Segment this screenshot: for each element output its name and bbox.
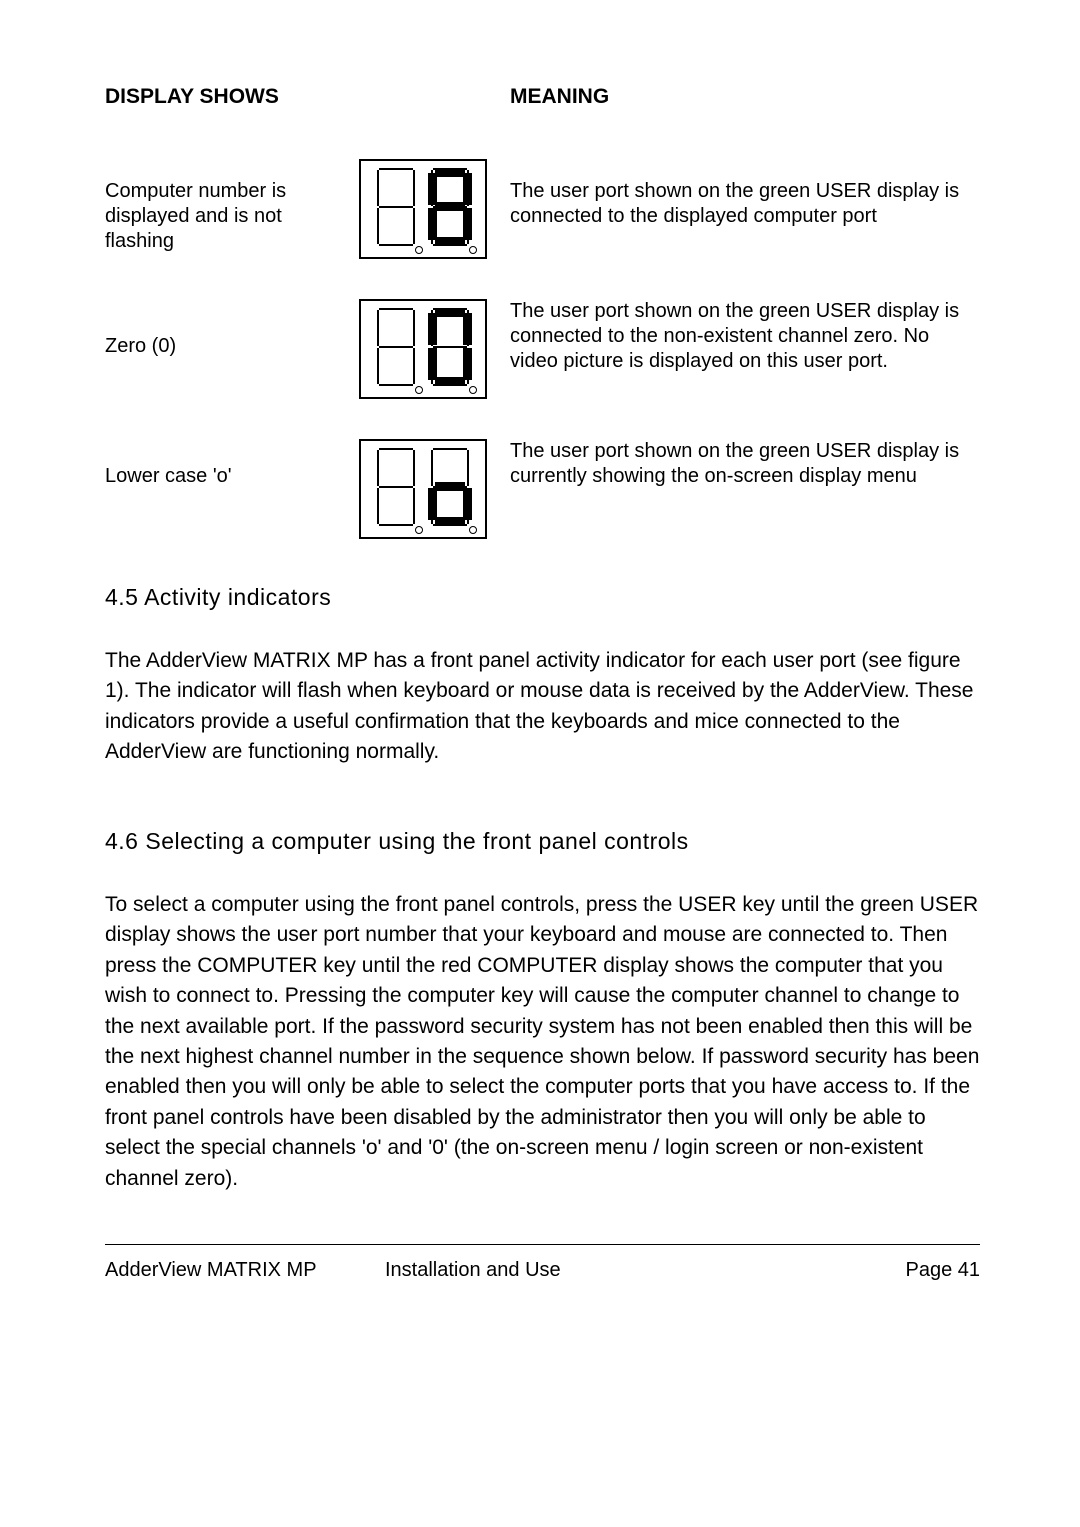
seven-segment-display-icon bbox=[359, 159, 487, 259]
section-heading-4-5: 4.5 Activity indicators bbox=[105, 584, 980, 611]
page-footer: AdderView MATRIX MP Installation and Use… bbox=[105, 1259, 980, 1282]
section-heading-4-6: 4.6 Selecting a computer using the front… bbox=[105, 828, 980, 855]
digit-8-icon bbox=[425, 166, 475, 254]
section-body-4-5: The AdderView MATRIX MP has a front pane… bbox=[105, 646, 980, 768]
seven-segment-display-icon bbox=[359, 299, 487, 399]
seven-segment-display-icon bbox=[359, 439, 487, 539]
section-body-4-6: To select a computer using the front pan… bbox=[105, 890, 980, 1194]
footer-product-name: AdderView MATRIX MP bbox=[105, 1259, 345, 1282]
display-description: Zero (0) bbox=[105, 335, 176, 357]
meaning-text: The user port shown on the green USER di… bbox=[510, 439, 980, 539]
blank-digit-icon bbox=[371, 306, 421, 394]
table-row: Zero (0) The user port bbox=[105, 299, 980, 399]
meaning-text: The user port shown on the green USER di… bbox=[510, 159, 980, 259]
blank-digit-icon bbox=[371, 446, 421, 534]
display-description: Lower case 'o' bbox=[105, 465, 232, 487]
digit-0-icon bbox=[425, 306, 475, 394]
table-header-row: DISPLAY SHOWS MEANING bbox=[105, 85, 980, 109]
footer-doc-title: Installation and Use bbox=[345, 1259, 860, 1282]
meaning-text: The user port shown on the green USER di… bbox=[510, 299, 980, 399]
table-row: Lower case 'o' The use bbox=[105, 439, 980, 539]
table-row: Computer number is displayed and is not … bbox=[105, 159, 980, 259]
footer-page-number: Page 41 bbox=[860, 1259, 980, 1282]
header-meaning: MEANING bbox=[510, 85, 980, 109]
header-display-shows: DISPLAY SHOWS bbox=[105, 85, 335, 109]
digit-lowercase-o-icon bbox=[425, 446, 475, 534]
footer-divider bbox=[105, 1244, 980, 1245]
display-description: Computer number is displayed and is not … bbox=[105, 180, 286, 252]
document-page: DISPLAY SHOWS MEANING Computer number is… bbox=[0, 0, 1080, 1527]
blank-digit-icon bbox=[371, 166, 421, 254]
